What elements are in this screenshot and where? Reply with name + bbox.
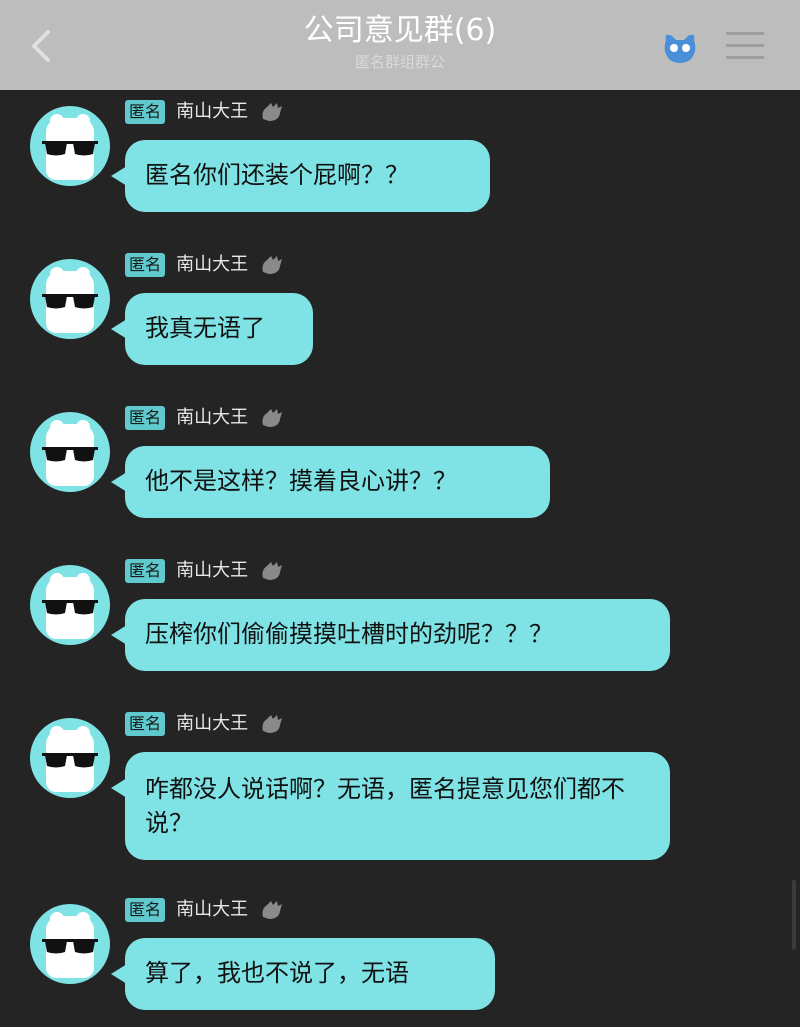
anonymous-badge: 匿名 [125, 253, 166, 277]
anonymous-badge: 匿名 [125, 406, 166, 430]
scrollbar[interactable] [792, 880, 796, 950]
message-bubble[interactable]: 他不是这样？摸着良心讲？？ [111, 446, 550, 518]
wave-hand-icon [262, 256, 283, 274]
anonymous-badge: 匿名 [125, 898, 166, 922]
message-meta: 匿名 南山大王 [125, 898, 285, 926]
avatar[interactable] [30, 259, 110, 339]
sunglasses-icon [42, 939, 98, 954]
sender-name[interactable]: 南山大王 [176, 559, 248, 583]
message-bubble[interactable]: 压榨你们偷偷摸摸吐槽时的劲呢？？？ [111, 599, 670, 671]
message-bubble[interactable]: 咋都没人说话啊？无语，匿名提意见您们都不说？ [111, 752, 670, 860]
sunglasses-icon [42, 447, 98, 462]
message-meta: 匿名 南山大王 [125, 406, 285, 434]
message-meta: 匿名 南山大王 [125, 253, 285, 281]
avatar[interactable] [30, 412, 110, 492]
message-bubble[interactable]: 我真无语了 [111, 293, 313, 365]
sunglasses-icon [42, 141, 98, 156]
chat-header: 公司意见群(6) 匿名群组群公 [0, 0, 800, 90]
sunglasses-icon [42, 753, 98, 768]
anonymous-mask-icon[interactable] [660, 30, 700, 66]
wave-hand-icon [262, 715, 283, 733]
avatar[interactable] [30, 106, 110, 186]
message-meta: 匿名 南山大王 [125, 559, 285, 587]
sender-name[interactable]: 南山大王 [176, 253, 248, 277]
sunglasses-icon [42, 294, 98, 309]
menu-icon[interactable] [726, 32, 766, 62]
message-bubble[interactable]: 匿名你们还装个屁啊？？ [111, 140, 490, 212]
sender-name[interactable]: 南山大王 [176, 898, 248, 922]
avatar[interactable] [30, 718, 110, 798]
message-bubble[interactable]: 算了，我也不说了，无语 [111, 938, 495, 1010]
wave-hand-icon [262, 901, 283, 919]
anonymous-badge: 匿名 [125, 712, 166, 736]
sender-name[interactable]: 南山大王 [176, 406, 248, 430]
avatar[interactable] [30, 904, 110, 984]
sender-name[interactable]: 南山大王 [176, 712, 248, 736]
wave-hand-icon [262, 409, 283, 427]
anonymous-badge: 匿名 [125, 100, 166, 124]
wave-hand-icon [262, 562, 283, 580]
message-meta: 匿名 南山大王 [125, 100, 285, 128]
wave-hand-icon [262, 103, 283, 121]
anonymous-badge: 匿名 [125, 559, 166, 583]
avatar[interactable] [30, 565, 110, 645]
sender-name[interactable]: 南山大王 [176, 100, 248, 124]
sunglasses-icon [42, 600, 98, 615]
message-meta: 匿名 南山大王 [125, 712, 285, 740]
